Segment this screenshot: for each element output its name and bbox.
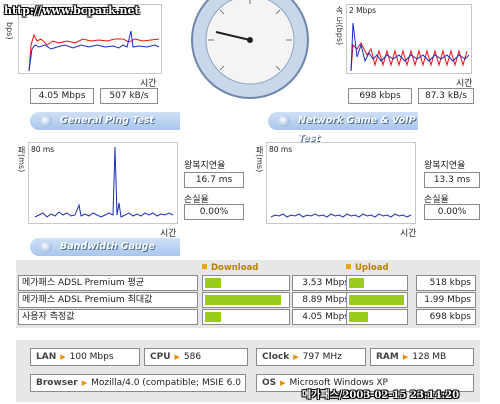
game-section-header: Network Game & VoIP Test bbox=[268, 112, 418, 144]
bullet-icon bbox=[40, 241, 52, 253]
speed-left-blue-series bbox=[28, 30, 160, 72]
download-bar bbox=[205, 295, 281, 305]
bullet-icon bbox=[40, 115, 52, 127]
ping-left-scale-max: 80 ms bbox=[31, 145, 55, 154]
lan-value: 100 Mbps bbox=[69, 352, 114, 362]
bandwidth-row-label: 사용자 측정값 bbox=[18, 309, 198, 325]
ping-right-loss-value: 0.00% bbox=[424, 204, 480, 220]
ping-right-latency-label: 왕복지연율 bbox=[424, 161, 466, 171]
speed-right-chart: 2 Mbps bbox=[346, 4, 472, 74]
upload-bar-cell bbox=[346, 275, 408, 291]
speed-right-blue-series bbox=[350, 22, 470, 72]
arrow-right-icon: ▶ bbox=[174, 353, 180, 361]
download-column-header: Download bbox=[202, 263, 258, 273]
download-value: 8.89 Mbps bbox=[292, 292, 354, 308]
arrow-right-icon: ▶ bbox=[60, 353, 66, 361]
bandwidth-section-title: Bandwidth Gauge bbox=[60, 241, 155, 252]
ping-left-series bbox=[34, 146, 174, 218]
download-bar-cell bbox=[202, 309, 290, 325]
ping-left-chart: 80 ms bbox=[28, 142, 178, 224]
download-bar-cell bbox=[202, 292, 290, 308]
ping-section-header: General Ping Test bbox=[30, 112, 180, 130]
upload-bar bbox=[349, 295, 404, 305]
lan-info: LAN ▶ 100 Mbps bbox=[30, 348, 140, 366]
ping-right-chart: 80 ms bbox=[266, 142, 416, 224]
download-bar bbox=[205, 278, 221, 288]
download-value: 3.53 Mbps bbox=[292, 275, 354, 291]
speedometer-gauge-icon bbox=[190, 0, 310, 100]
cpu-value: 586 bbox=[183, 352, 202, 362]
bandwidth-panel: Download Upload 메가패스 ADSL Premium 평균 3.5… bbox=[16, 260, 480, 328]
bandwidth-row-label: 메가패스 ADSL Premium 최대값 bbox=[18, 292, 198, 308]
speed-left-kbs: 507 kB/s bbox=[100, 88, 158, 104]
ping-left-y-label: 패(ms) bbox=[17, 146, 26, 173]
ping-left-plot bbox=[34, 146, 174, 218]
speed-left-red-series bbox=[28, 33, 160, 72]
upload-value: 518 kbps bbox=[416, 275, 476, 291]
clock-info: Clock ▶ 797 MHz bbox=[256, 348, 366, 366]
speed-right-kbps: 698 kbps bbox=[348, 88, 412, 104]
arrow-right-icon: ▶ bbox=[293, 353, 299, 361]
ram-value: 128 MB bbox=[412, 352, 447, 362]
upload-bar bbox=[349, 278, 364, 288]
speed-right-y-label: 속 도(bps) bbox=[335, 6, 344, 46]
download-bar-cell bbox=[202, 275, 290, 291]
watermark-timestamp: 메가패스/2003-02-15 23:14:20 bbox=[302, 390, 460, 401]
speed-right-kbs: 87.3 kB/s bbox=[418, 88, 474, 104]
upload-bar-cell bbox=[346, 309, 408, 325]
ping-right-y-label: 패(ms) bbox=[255, 146, 264, 173]
browser-info: Browser ▶ Mozilla/4.0 (compatible; MSIE 6.… bbox=[30, 374, 246, 392]
upload-value: 1.99 Mbps bbox=[416, 292, 476, 308]
ping-left-loss-value: 0.00% bbox=[184, 204, 244, 220]
arrow-right-icon: ▶ bbox=[280, 379, 286, 387]
speed-right-scale-max: 2 Mbps bbox=[349, 6, 377, 15]
watermark-url: http://www.bcpark.net bbox=[4, 4, 140, 17]
ping-left-latency-label: 왕복지연율 bbox=[184, 161, 226, 171]
os-label: OS bbox=[262, 378, 277, 388]
bandwidth-row-label: 메가패스 ADSL Premium 평균 bbox=[18, 275, 198, 291]
speed-right-plot bbox=[350, 22, 470, 72]
ping-right-series bbox=[270, 213, 412, 218]
clock-value: 797 MHz bbox=[302, 352, 342, 362]
clock-label: Clock bbox=[262, 352, 290, 362]
ram-label: RAM bbox=[376, 352, 399, 362]
lan-label: LAN bbox=[36, 352, 57, 362]
upload-bar bbox=[349, 312, 368, 322]
ping-right-scale-max: 80 ms bbox=[269, 145, 293, 154]
ping-left-latency-value: 16.7 ms bbox=[184, 172, 244, 188]
cpu-label: CPU bbox=[150, 352, 171, 362]
download-bar bbox=[205, 312, 221, 322]
ping-section: 패(ms) 80 ms 시간 왕복지연율 16.7 ms 손실율 0.00% 패… bbox=[0, 132, 500, 239]
bullet-icon bbox=[278, 115, 290, 127]
ping-right-x-label: 시간 bbox=[400, 229, 417, 239]
ping-right-latency-value: 13.3 ms bbox=[424, 172, 480, 188]
upload-value: 698 kbps bbox=[416, 309, 476, 325]
browser-value: Mozilla/4.0 (compatible; MSIE 6.0 bbox=[91, 378, 241, 388]
browser-label: Browser bbox=[36, 378, 78, 388]
upload-bar-cell bbox=[346, 292, 408, 308]
download-value: 4.05 Mbps bbox=[292, 309, 354, 325]
cpu-info: CPU ▶ 586 bbox=[144, 348, 248, 366]
ping-section-title: General Ping Test bbox=[60, 115, 155, 126]
arrow-right-icon: ▶ bbox=[402, 353, 409, 361]
arrow-right-icon: ▶ bbox=[81, 379, 88, 387]
bandwidth-section-header: Bandwidth Gauge bbox=[30, 238, 180, 256]
speed-left-y-label: bps) bbox=[5, 22, 14, 40]
ram-info: RAM ▶ 128 MB bbox=[370, 348, 474, 366]
upload-column-header: Upload bbox=[346, 263, 389, 273]
speed-left-mbps: 4.05 Mbps bbox=[30, 88, 94, 104]
ping-right-plot bbox=[270, 213, 412, 218]
